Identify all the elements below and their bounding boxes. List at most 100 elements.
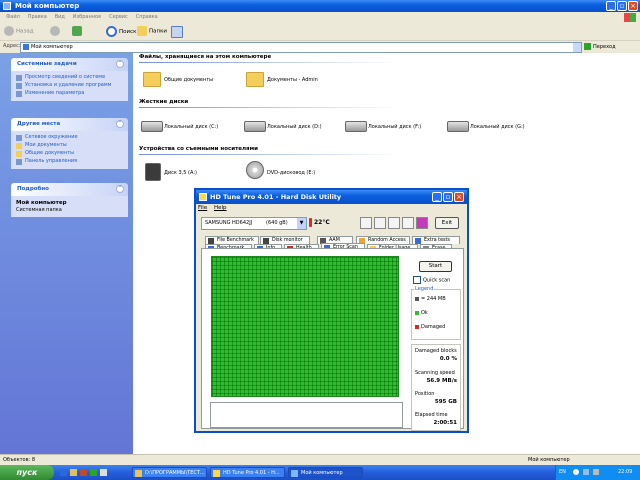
copy-text-icon[interactable]: [374, 217, 386, 229]
group-removable-header: Устройства со съемными носителями: [139, 146, 399, 155]
task-add-remove-programs[interactable]: Установка и удаление программ: [16, 82, 123, 89]
forward-arrow-icon: [50, 26, 60, 36]
dvd-icon[interactable]: [246, 161, 264, 179]
hdtune-menu-help[interactable]: Help: [214, 205, 227, 211]
options-icon[interactable]: [416, 217, 428, 229]
tray-icon[interactable]: [583, 469, 589, 475]
close-button[interactable]: ×: [628, 1, 638, 11]
quicklaunch-ie-icon[interactable]: [60, 469, 67, 476]
hard-disk-icon[interactable]: [345, 121, 367, 132]
floppy-icon[interactable]: [145, 163, 161, 181]
drive-c-item[interactable]: Локальный диск (C:): [164, 124, 218, 130]
hdtune-maximize-button[interactable]: ▫: [443, 192, 453, 202]
floppy-a-item[interactable]: Диск 3,5 (A:): [164, 170, 197, 176]
task-my-computer-window[interactable]: Мой компьютер: [288, 467, 363, 478]
folder-icon[interactable]: [246, 72, 264, 87]
menu-edit[interactable]: Правка: [28, 12, 47, 23]
other-places-header[interactable]: Другие места ˄: [11, 118, 128, 131]
folders-icon: [137, 26, 147, 36]
collapse-icon[interactable]: ˅: [116, 185, 124, 193]
hard-disk-icon[interactable]: [244, 121, 266, 132]
language-indicator[interactable]: EN: [559, 469, 566, 475]
place-network[interactable]: Сетевое окружение: [16, 134, 123, 141]
folder-icon[interactable]: [143, 72, 161, 87]
chevron-down-icon[interactable]: ▼: [297, 218, 306, 229]
exit-button[interactable]: Exit: [435, 217, 459, 229]
save-icon[interactable]: [388, 217, 400, 229]
task-view-system-info[interactable]: Просмотр сведений о системе: [16, 74, 123, 81]
details-panel: Подробно ˅ Мой компьютер Системная папка: [11, 183, 128, 217]
quicklaunch-folder-icon[interactable]: [70, 469, 77, 476]
clock[interactable]: 22:09: [618, 469, 632, 475]
menu-file[interactable]: Файл: [6, 12, 20, 23]
hard-disk-icon[interactable]: [447, 121, 469, 132]
details-subtitle: Системная папка: [16, 207, 62, 213]
menu-tools[interactable]: Сервис: [109, 12, 128, 23]
go-button[interactable]: Переход: [584, 43, 616, 50]
hdtune-menu-file[interactable]: File: [198, 205, 207, 211]
temperature-readout: 22°C: [309, 218, 330, 227]
address-dropdown-icon[interactable]: [573, 43, 581, 52]
tray-icon[interactable]: [573, 469, 579, 475]
menu-view[interactable]: Вид: [55, 12, 65, 23]
dvd-e-item[interactable]: DVD-дисковод (E:): [267, 170, 315, 176]
info-icon: [16, 75, 22, 81]
maximize-button[interactable]: ▫: [617, 1, 627, 11]
address-field[interactable]: Мой компьютер: [20, 42, 582, 53]
folders-button[interactable]: Папки: [137, 26, 167, 37]
menu-help[interactable]: Справка: [136, 12, 158, 23]
quicklaunch-app-icon[interactable]: [90, 469, 97, 476]
up-folder-button[interactable]: [72, 26, 84, 37]
place-shared-documents[interactable]: Общие документы: [16, 150, 123, 157]
shared-documents-item[interactable]: Общие документы: [164, 77, 213, 83]
elapsed-time-value: 2:00:51: [433, 420, 457, 426]
admin-documents-item[interactable]: Документы - Admin: [267, 77, 318, 83]
checkbox-icon: [413, 276, 421, 284]
back-arrow-icon: [4, 26, 14, 36]
scan-log: [210, 402, 403, 428]
quicklaunch-media-icon[interactable]: [80, 469, 87, 476]
thermometer-icon: [309, 218, 312, 227]
window-title: Мой компьютер: [15, 2, 80, 10]
collapse-icon[interactable]: ˄: [116, 120, 124, 128]
drive-g-item[interactable]: Локальный диск (G:): [470, 124, 525, 130]
quicklaunch-desktop-icon[interactable]: [100, 469, 107, 476]
system-tasks-header[interactable]: Системные задачи ˄: [11, 58, 128, 71]
task-folder-window[interactable]: D:\ПРОГРАММЫ\ТЕСТ...: [132, 467, 207, 478]
scanning-speed-value: 56.9 MB/s: [426, 378, 457, 384]
legend-title: Legend: [414, 286, 435, 292]
search-button[interactable]: Поиск: [106, 26, 136, 37]
quick-scan-checkbox[interactable]: Quick scan: [413, 276, 450, 284]
damaged-blocks-value: 0.0 %: [439, 356, 457, 362]
task-hdtune-window[interactable]: HD Tune Pro 4.01 - H...: [210, 467, 285, 478]
start-button[interactable]: пуск: [0, 465, 54, 480]
details-header[interactable]: Подробно ˅: [11, 183, 128, 196]
back-button[interactable]: Назад: [4, 26, 34, 37]
drive-d-item[interactable]: Локальный диск (D:): [267, 124, 322, 130]
hard-disk-icon[interactable]: [141, 121, 163, 132]
task-change-setting[interactable]: Изменение параметра: [16, 90, 123, 97]
place-control-panel[interactable]: Панель управления: [16, 158, 123, 165]
minimize-button[interactable]: _: [606, 1, 616, 11]
settings-icon[interactable]: [402, 217, 414, 229]
hdtune-minimize-button[interactable]: _: [432, 192, 442, 202]
tab-file-benchmark[interactable]: File Benchmark: [205, 236, 259, 244]
copy-info-icon[interactable]: [360, 217, 372, 229]
hdtune-titlebar: HD Tune Pro 4.01 - Hard Disk Utility _ ▫…: [196, 190, 467, 204]
drive-select[interactable]: SAMSUNG HD642JJ (640 gB) ▼: [201, 217, 307, 230]
drive-f-item[interactable]: Локальный диск (F:): [368, 124, 421, 130]
start-scan-button[interactable]: Start: [419, 261, 452, 272]
position-value: 595 GB: [434, 399, 457, 405]
views-button[interactable]: [171, 26, 185, 38]
tab-extra-tests[interactable]: Extra tests: [412, 236, 460, 244]
views-icon: [171, 26, 183, 38]
windows-logo-icon: [624, 13, 636, 22]
forward-button[interactable]: [50, 26, 62, 37]
scanning-speed-label: Scanning speed: [415, 370, 455, 376]
collapse-icon[interactable]: ˄: [116, 60, 124, 68]
tray-icon[interactable]: [593, 469, 599, 475]
hdtune-close-button[interactable]: ×: [454, 192, 464, 202]
menu-favorites[interactable]: Избранное: [73, 12, 101, 23]
place-my-documents[interactable]: Мои документы: [16, 142, 123, 149]
tab-disk-monitor[interactable]: Disk monitor: [260, 236, 310, 244]
